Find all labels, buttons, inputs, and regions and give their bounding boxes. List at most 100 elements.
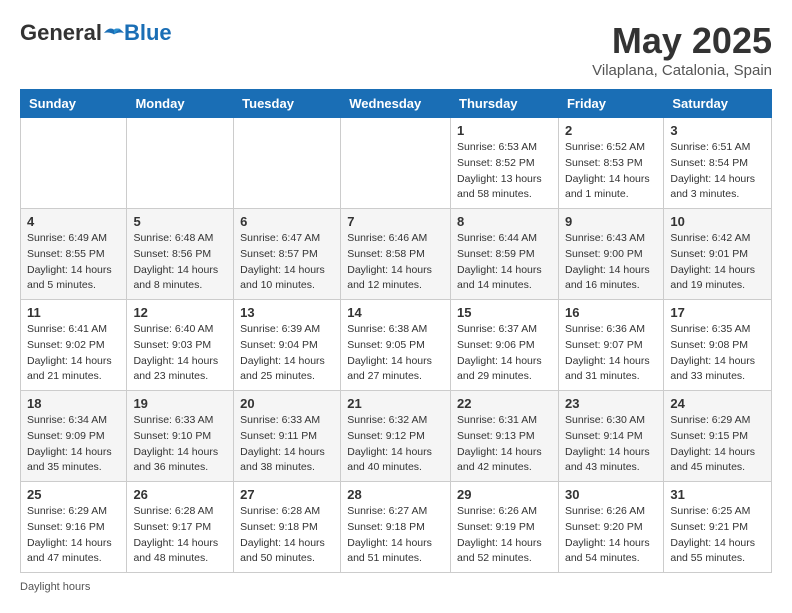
calendar-cell: 16 Sunrise: 6:36 AM Sunset: 9:07 PM Dayli… — [558, 300, 663, 391]
calendar-week-1: 1 Sunrise: 6:53 AM Sunset: 8:52 PM Daylig… — [21, 118, 772, 209]
day-number: 27 — [240, 487, 334, 502]
logo-blue: Blue — [124, 20, 172, 46]
day-info: Sunrise: 6:36 AM Sunset: 9:07 PM Dayligh… — [565, 322, 657, 385]
day-number: 13 — [240, 305, 334, 320]
day-number: 16 — [565, 305, 657, 320]
day-info: Sunrise: 6:27 AM Sunset: 9:18 PM Dayligh… — [347, 504, 444, 567]
day-number: 8 — [457, 214, 552, 229]
calendar-cell: 4Sunrise: 6:49 AM Sunset: 8:55 PM Daylig… — [21, 209, 127, 300]
calendar-cell: 27 Sunrise: 6:28 AM Sunset: 9:18 PM Dayli… — [234, 482, 341, 573]
logo: General Blue — [20, 20, 172, 46]
day-number: 6 — [240, 214, 334, 229]
day-info: Sunrise: 6:25 AM Sunset: 9:21 PM Dayligh… — [670, 504, 765, 567]
calendar-cell: 6Sunrise: 6:47 AM Sunset: 8:57 PM Daylig… — [234, 209, 341, 300]
calendar-cell — [21, 118, 127, 209]
day-of-week-monday: Monday — [127, 90, 234, 118]
day-info: Sunrise: 6:28 AM Sunset: 9:17 PM Dayligh… — [133, 504, 227, 567]
calendar-cell: 12 Sunrise: 6:40 AM Sunset: 9:03 PM Dayli… — [127, 300, 234, 391]
calendar-cell: 28 Sunrise: 6:27 AM Sunset: 9:18 PM Dayli… — [341, 482, 451, 573]
day-of-week-tuesday: Tuesday — [234, 90, 341, 118]
day-number: 10 — [670, 214, 765, 229]
calendar-cell: 23 Sunrise: 6:30 AM Sunset: 9:14 PM Dayli… — [558, 391, 663, 482]
day-number: 29 — [457, 487, 552, 502]
day-number: 30 — [565, 487, 657, 502]
day-number: 9 — [565, 214, 657, 229]
calendar-cell: 15Sunrise: 6:37 AM Sunset: 9:06 PM Dayli… — [451, 300, 559, 391]
calendar-cell: 7 Sunrise: 6:46 AM Sunset: 8:58 PM Daylig… — [341, 209, 451, 300]
day-info: Sunrise: 6:26 AM Sunset: 9:19 PM Dayligh… — [457, 504, 552, 567]
calendar-cell: 5Sunrise: 6:48 AM Sunset: 8:56 PM Daylig… — [127, 209, 234, 300]
logo-general: General — [20, 20, 102, 46]
day-info: Sunrise: 6:51 AM Sunset: 8:54 PM Dayligh… — [670, 140, 765, 203]
day-number: 28 — [347, 487, 444, 502]
day-info: Sunrise: 6:30 AM Sunset: 9:14 PM Dayligh… — [565, 413, 657, 476]
logo-bird-icon — [104, 23, 124, 43]
day-number: 12 — [133, 305, 227, 320]
day-number: 26 — [133, 487, 227, 502]
day-number: 24 — [670, 396, 765, 411]
day-number: 18 — [27, 396, 120, 411]
calendar-cell: 3Sunrise: 6:51 AM Sunset: 8:54 PM Daylig… — [664, 118, 772, 209]
calendar-cell: 22 Sunrise: 6:31 AM Sunset: 9:13 PM Dayli… — [451, 391, 559, 482]
calendar-cell: 2Sunrise: 6:52 AM Sunset: 8:53 PM Daylig… — [558, 118, 663, 209]
day-number: 23 — [565, 396, 657, 411]
day-number: 14 — [347, 305, 444, 320]
day-number: 17 — [670, 305, 765, 320]
calendar-cell: 9Sunrise: 6:43 AM Sunset: 9:00 PM Daylig… — [558, 209, 663, 300]
location: Vilaplana, Catalonia, Spain — [592, 62, 772, 79]
day-info: Sunrise: 6:29 AM Sunset: 9:15 PM Dayligh… — [670, 413, 765, 476]
day-number: 7 — [347, 214, 444, 229]
title-block: May 2025 Vilaplana, Catalonia, Spain — [592, 20, 772, 79]
calendar-cell: 13 Sunrise: 6:39 AM Sunset: 9:04 PM Dayli… — [234, 300, 341, 391]
day-info: Sunrise: 6:31 AM Sunset: 9:13 PM Dayligh… — [457, 413, 552, 476]
calendar-header-row: SundayMondayTuesdayWednesdayThursdayFrid… — [21, 90, 772, 118]
calendar-cell: 30 Sunrise: 6:26 AM Sunset: 9:20 PM Dayli… — [558, 482, 663, 573]
day-number: 1 — [457, 123, 552, 138]
calendar-cell: 18Sunrise: 6:34 AM Sunset: 9:09 PM Dayli… — [21, 391, 127, 482]
day-number: 25 — [27, 487, 120, 502]
calendar-week-3: 11 Sunrise: 6:41 AM Sunset: 9:02 PM Dayli… — [21, 300, 772, 391]
day-info: Sunrise: 6:48 AM Sunset: 8:56 PM Dayligh… — [133, 231, 227, 294]
day-info: Sunrise: 6:35 AM Sunset: 9:08 PM Dayligh… — [670, 322, 765, 385]
day-info: Sunrise: 6:52 AM Sunset: 8:53 PM Dayligh… — [565, 140, 657, 203]
calendar-cell: 17 Sunrise: 6:35 AM Sunset: 9:08 PM Dayli… — [664, 300, 772, 391]
calendar-cell: 1 Sunrise: 6:53 AM Sunset: 8:52 PM Daylig… — [451, 118, 559, 209]
day-info: Sunrise: 6:41 AM Sunset: 9:02 PM Dayligh… — [27, 322, 120, 385]
day-info: Sunrise: 6:32 AM Sunset: 9:12 PM Dayligh… — [347, 413, 444, 476]
calendar-cell: 24 Sunrise: 6:29 AM Sunset: 9:15 PM Dayli… — [664, 391, 772, 482]
calendar-cell: 19Sunrise: 6:33 AM Sunset: 9:10 PM Dayli… — [127, 391, 234, 482]
calendar-cell: 21 Sunrise: 6:32 AM Sunset: 9:12 PM Dayli… — [341, 391, 451, 482]
day-number: 22 — [457, 396, 552, 411]
day-number: 21 — [347, 396, 444, 411]
day-number: 19 — [133, 396, 227, 411]
day-info: Sunrise: 6:39 AM Sunset: 9:04 PM Dayligh… — [240, 322, 334, 385]
day-info: Sunrise: 6:53 AM Sunset: 8:52 PM Dayligh… — [457, 140, 552, 203]
month-title: May 2025 — [592, 20, 772, 62]
calendar-cell: 11 Sunrise: 6:41 AM Sunset: 9:02 PM Dayli… — [21, 300, 127, 391]
calendar-cell — [341, 118, 451, 209]
header: General Blue May 2025 Vilaplana, Catalon… — [20, 20, 772, 79]
day-info: Sunrise: 6:26 AM Sunset: 9:20 PM Dayligh… — [565, 504, 657, 567]
day-info: Sunrise: 6:40 AM Sunset: 9:03 PM Dayligh… — [133, 322, 227, 385]
calendar-week-4: 18Sunrise: 6:34 AM Sunset: 9:09 PM Dayli… — [21, 391, 772, 482]
calendar-cell — [127, 118, 234, 209]
day-info: Sunrise: 6:46 AM Sunset: 8:58 PM Dayligh… — [347, 231, 444, 294]
day-of-week-wednesday: Wednesday — [341, 90, 451, 118]
day-number: 31 — [670, 487, 765, 502]
calendar-week-5: 25 Sunrise: 6:29 AM Sunset: 9:16 PM Dayli… — [21, 482, 772, 573]
day-info: Sunrise: 6:38 AM Sunset: 9:05 PM Dayligh… — [347, 322, 444, 385]
day-info: Sunrise: 6:44 AM Sunset: 8:59 PM Dayligh… — [457, 231, 552, 294]
calendar-cell: 29 Sunrise: 6:26 AM Sunset: 9:19 PM Dayli… — [451, 482, 559, 573]
day-info: Sunrise: 6:49 AM Sunset: 8:55 PM Dayligh… — [27, 231, 120, 294]
calendar-cell: 20Sunrise: 6:33 AM Sunset: 9:11 PM Dayli… — [234, 391, 341, 482]
day-number: 11 — [27, 305, 120, 320]
day-of-week-friday: Friday — [558, 90, 663, 118]
calendar-cell: 25 Sunrise: 6:29 AM Sunset: 9:16 PM Dayli… — [21, 482, 127, 573]
footer-text: Daylight hours — [20, 581, 90, 593]
day-number: 20 — [240, 396, 334, 411]
day-info: Sunrise: 6:29 AM Sunset: 9:16 PM Dayligh… — [27, 504, 120, 567]
calendar: SundayMondayTuesdayWednesdayThursdayFrid… — [20, 89, 772, 573]
footer: Daylight hours — [20, 581, 772, 593]
day-number: 15 — [457, 305, 552, 320]
day-info: Sunrise: 6:28 AM Sunset: 9:18 PM Dayligh… — [240, 504, 334, 567]
